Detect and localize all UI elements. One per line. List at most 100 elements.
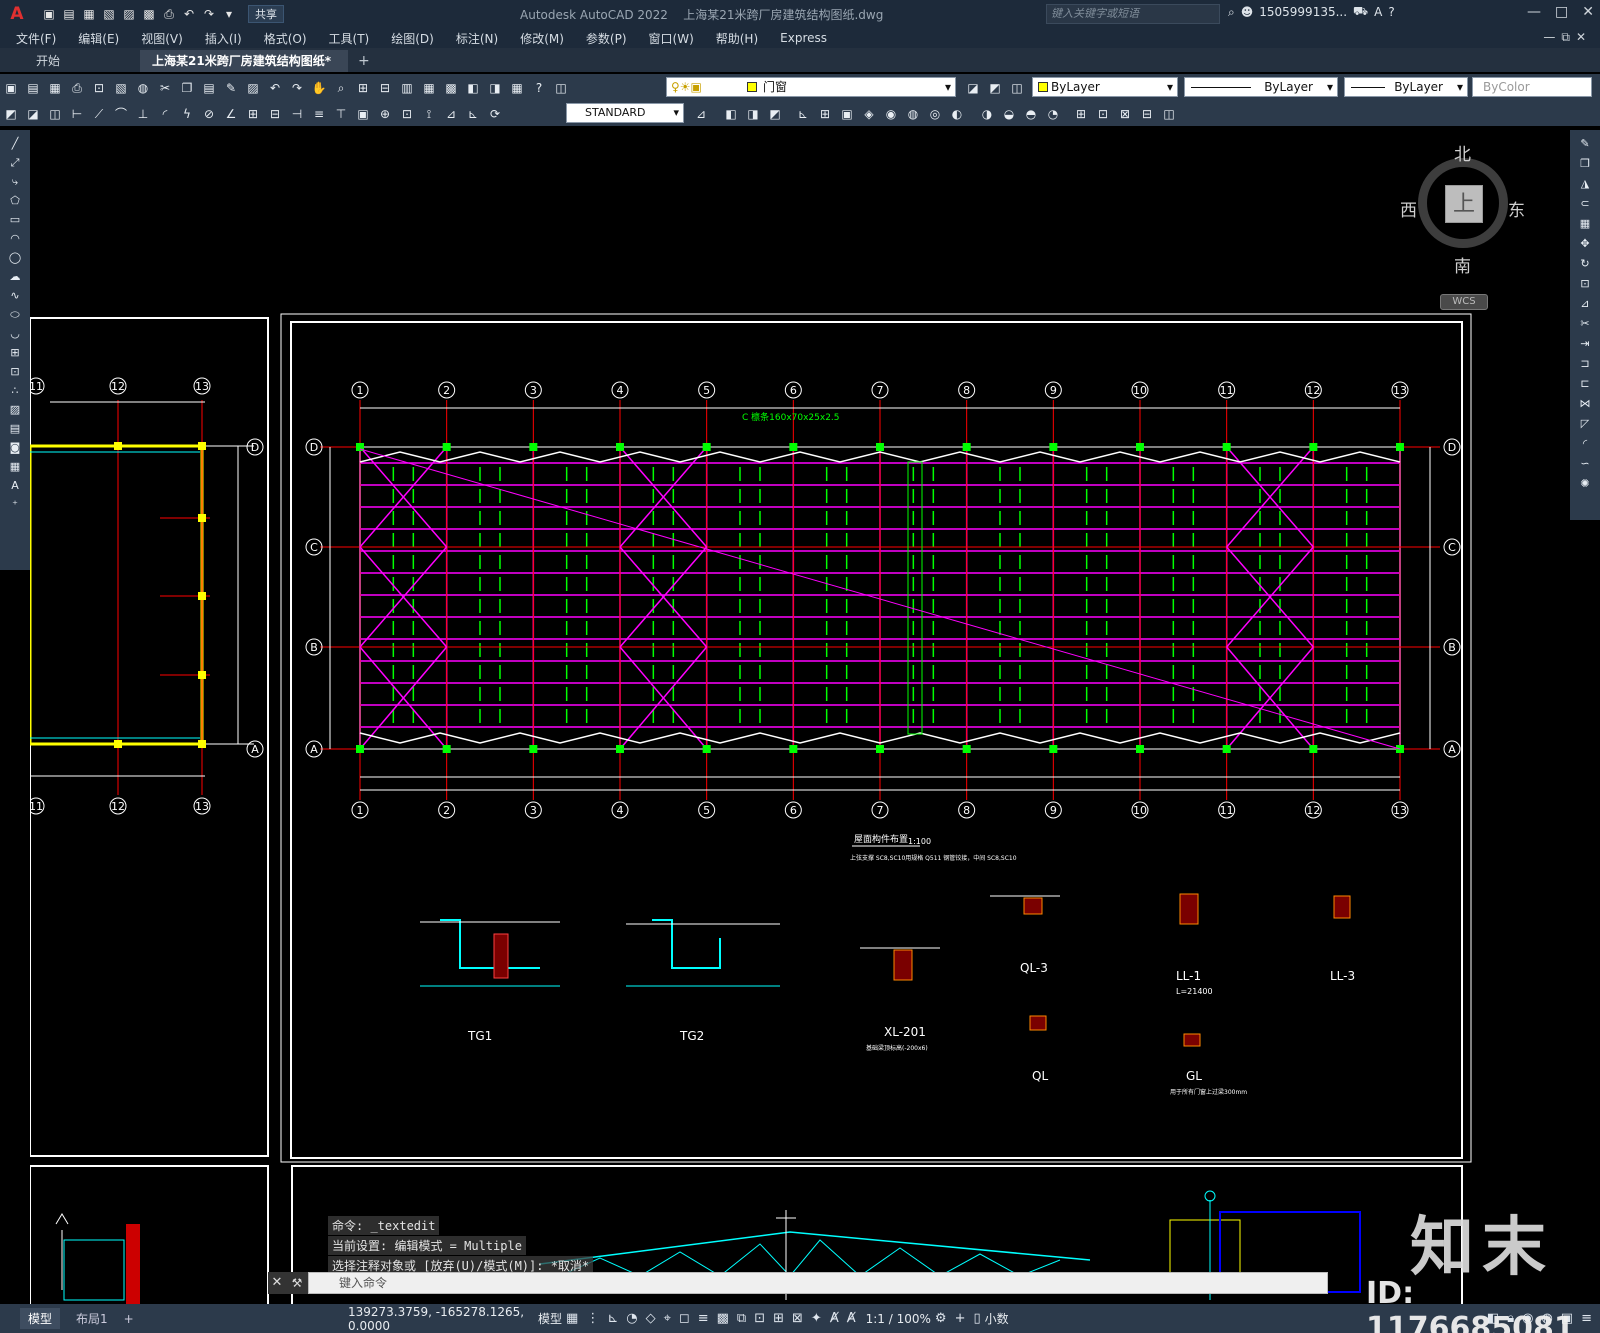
cart-icon[interactable]: ⛟ xyxy=(1353,4,1368,20)
minimize-button[interactable]: — xyxy=(1527,4,1541,20)
compass-east-label[interactable]: 东 xyxy=(1508,196,1525,221)
break-point-icon[interactable]: ⊐ xyxy=(1577,356,1593,372)
tab-start[interactable]: 开始 xyxy=(0,50,140,72)
customize-qat-icon[interactable]: ▾ xyxy=(220,6,238,22)
rectangle-icon[interactable]: ▭ xyxy=(7,212,23,228)
plot-icon[interactable]: ⎙ xyxy=(160,6,178,22)
osnap-track-icon[interactable]: ⌖ xyxy=(664,1311,671,1326)
angular-dim-icon[interactable]: ∠ xyxy=(222,105,240,123)
drawing-canvas[interactable]: 1 2 3 4 5 6 7 8 9 10 11 12 13 1 2 3 4 5 6 7 8 9 10 11 12 13 DCBA… xyxy=(30,126,1570,1304)
extend-icon[interactable]: ⇥ xyxy=(1577,336,1593,352)
insert-block-icon[interactable]: ⊞ xyxy=(1072,105,1090,123)
transparency-icon[interactable]: ▩ xyxy=(717,1311,729,1326)
quick-dim-icon[interactable]: ⊞ xyxy=(244,105,262,123)
user-icon[interactable]: ☻ xyxy=(1241,5,1254,19)
workspace-gear-icon[interactable]: ⚙ xyxy=(935,1311,947,1326)
open-icon[interactable]: ▤ xyxy=(60,6,78,22)
new-layout-button[interactable]: + xyxy=(124,1312,134,1326)
gradient-icon[interactable]: ▤ xyxy=(7,421,23,437)
xref-icon[interactable]: ⊠ xyxy=(1116,105,1134,123)
user-name[interactable]: 1505999135... xyxy=(1259,5,1347,19)
dim-break-icon[interactable]: ⊤ xyxy=(332,105,350,123)
tab-model[interactable]: 模型 xyxy=(20,1308,61,1329)
command-input[interactable]: 键入命令 xyxy=(308,1272,1328,1294)
match-properties-icon[interactable]: ✎ xyxy=(222,79,240,97)
fillet-icon[interactable]: ◜ xyxy=(1577,436,1593,452)
grid-icon[interactable]: ▦ xyxy=(566,1311,578,1326)
menu-parametric[interactable]: 参数(P) xyxy=(586,30,627,47)
dim-style-icon[interactable]: ⊿ xyxy=(692,105,710,123)
menu-format[interactable]: 格式(O) xyxy=(264,30,307,47)
ellipse-arc-icon[interactable]: ◡ xyxy=(7,326,23,342)
annotation-visibility-icon[interactable]: Ⱥ xyxy=(830,1311,839,1326)
chamfer-icon[interactable]: ◸ xyxy=(1577,416,1593,432)
attach-icon[interactable]: ⊡ xyxy=(1094,105,1112,123)
color-dropdown[interactable]: ByLayer ▾ xyxy=(1032,77,1178,97)
menu-window[interactable]: 窗口(W) xyxy=(649,30,694,47)
menu-dimension[interactable]: 标注(N) xyxy=(456,30,498,47)
menu-edit[interactable]: 编辑(E) xyxy=(78,30,119,47)
undo-icon[interactable]: ↶ xyxy=(180,6,198,22)
close-button[interactable]: ✕ xyxy=(1582,4,1594,20)
make-block-icon[interactable]: ⊡ xyxy=(7,364,23,380)
help-icon[interactable]: ? xyxy=(530,79,548,97)
close-icon[interactable]: ✕ xyxy=(268,1272,286,1294)
move-icon[interactable]: ✥ xyxy=(1577,236,1593,252)
3d-print-icon[interactable]: ◍ xyxy=(134,79,152,97)
render-icon[interactable]: ◒ xyxy=(1000,105,1018,123)
insert-block-icon[interactable]: ⊞ xyxy=(7,345,23,361)
stretch-icon[interactable]: ⊿ xyxy=(1577,296,1593,312)
document-window-controls[interactable]: —⧉✕ xyxy=(1543,30,1592,45)
compass-west-label[interactable]: 西 xyxy=(1400,196,1417,221)
ucs-view-icon[interactable]: ◍ xyxy=(904,105,922,123)
plotstyle-dropdown[interactable]: ByColor xyxy=(1472,77,1592,97)
mtext-icon[interactable]: A xyxy=(7,478,23,494)
calculator-icon[interactable]: ▦ xyxy=(508,79,526,97)
tab-layout1[interactable]: 布局1 xyxy=(76,1310,108,1327)
help-icon[interactable]: ? xyxy=(1388,5,1394,19)
redo-icon[interactable]: ↷ xyxy=(288,79,306,97)
layer-previous-icon[interactable]: ◩ xyxy=(986,79,1004,97)
menu-help[interactable]: 帮助(H) xyxy=(716,30,758,47)
clip-icon[interactable]: ⊟ xyxy=(1138,105,1156,123)
3d-cone-icon[interactable]: ◩ xyxy=(766,105,784,123)
point-icon[interactable]: ∴ xyxy=(7,383,23,399)
polyline-icon[interactable]: ⤷ xyxy=(7,174,23,190)
polygon-icon[interactable]: ⬠ xyxy=(7,193,23,209)
center-mark-icon[interactable]: ⊕ xyxy=(376,105,394,123)
markup-icon[interactable]: ◨ xyxy=(486,79,504,97)
layer-properties-icon[interactable]: ◫ xyxy=(552,79,570,97)
ortho-icon[interactable]: ⊾ xyxy=(607,1311,618,1326)
ucs-origin-icon[interactable]: ◎ xyxy=(926,105,944,123)
tool-palettes-icon[interactable]: ▩ xyxy=(442,79,460,97)
compass-south-label[interactable]: 南 xyxy=(1454,252,1471,277)
ucs-object-icon[interactable]: ◉ xyxy=(882,105,900,123)
rotate-icon[interactable]: ↻ xyxy=(1577,256,1593,272)
3d-wedge-icon[interactable]: ◨ xyxy=(744,105,762,123)
auto-scale-icon[interactable]: Ⱥ xyxy=(847,1311,856,1326)
wrench-icon[interactable]: ⚒ xyxy=(286,1272,308,1294)
inspection-icon[interactable]: ⊡ xyxy=(398,105,416,123)
block-editor-icon[interactable]: ▨ xyxy=(244,79,262,97)
polar-icon[interactable]: ◔ xyxy=(626,1311,637,1326)
tab-drawing[interactable]: 上海某21米跨厂房建筑结构图纸* ✕ xyxy=(140,50,348,90)
join-icon[interactable]: ⋈ xyxy=(1577,396,1593,412)
jogged-linear-icon[interactable]: ⟟ xyxy=(420,105,438,123)
baseline-dim-icon[interactable]: ⊟ xyxy=(266,105,284,123)
search-icon[interactable]: ⌕ xyxy=(1228,5,1235,20)
coordinate-readout[interactable]: 139273.3759, -165278.1265, 0.0000 xyxy=(340,1305,534,1333)
3d-box-icon[interactable]: ◧ xyxy=(722,105,740,123)
offset-icon[interactable]: ⊂ xyxy=(1577,196,1593,212)
diameter-dim-icon[interactable]: ⊘ xyxy=(200,105,218,123)
autodesk-app-icon[interactable]: A xyxy=(1374,5,1382,19)
save-web-icon[interactable]: ▩ xyxy=(140,6,158,22)
menu-view[interactable]: 视图(V) xyxy=(141,30,183,47)
blend-curves-icon[interactable]: ∽ xyxy=(1577,456,1593,472)
viewcube-top-face[interactable]: 上 xyxy=(1445,185,1483,223)
save-as-icon[interactable]: ▧ xyxy=(100,6,118,22)
menu-modify[interactable]: 修改(M) xyxy=(520,30,564,47)
save-icon[interactable]: ▦ xyxy=(46,79,64,97)
dim-edit-icon[interactable]: ⊿ xyxy=(442,105,460,123)
design-center-icon[interactable]: ▦ xyxy=(420,79,438,97)
layer-match-icon[interactable]: ◩ xyxy=(2,105,20,123)
